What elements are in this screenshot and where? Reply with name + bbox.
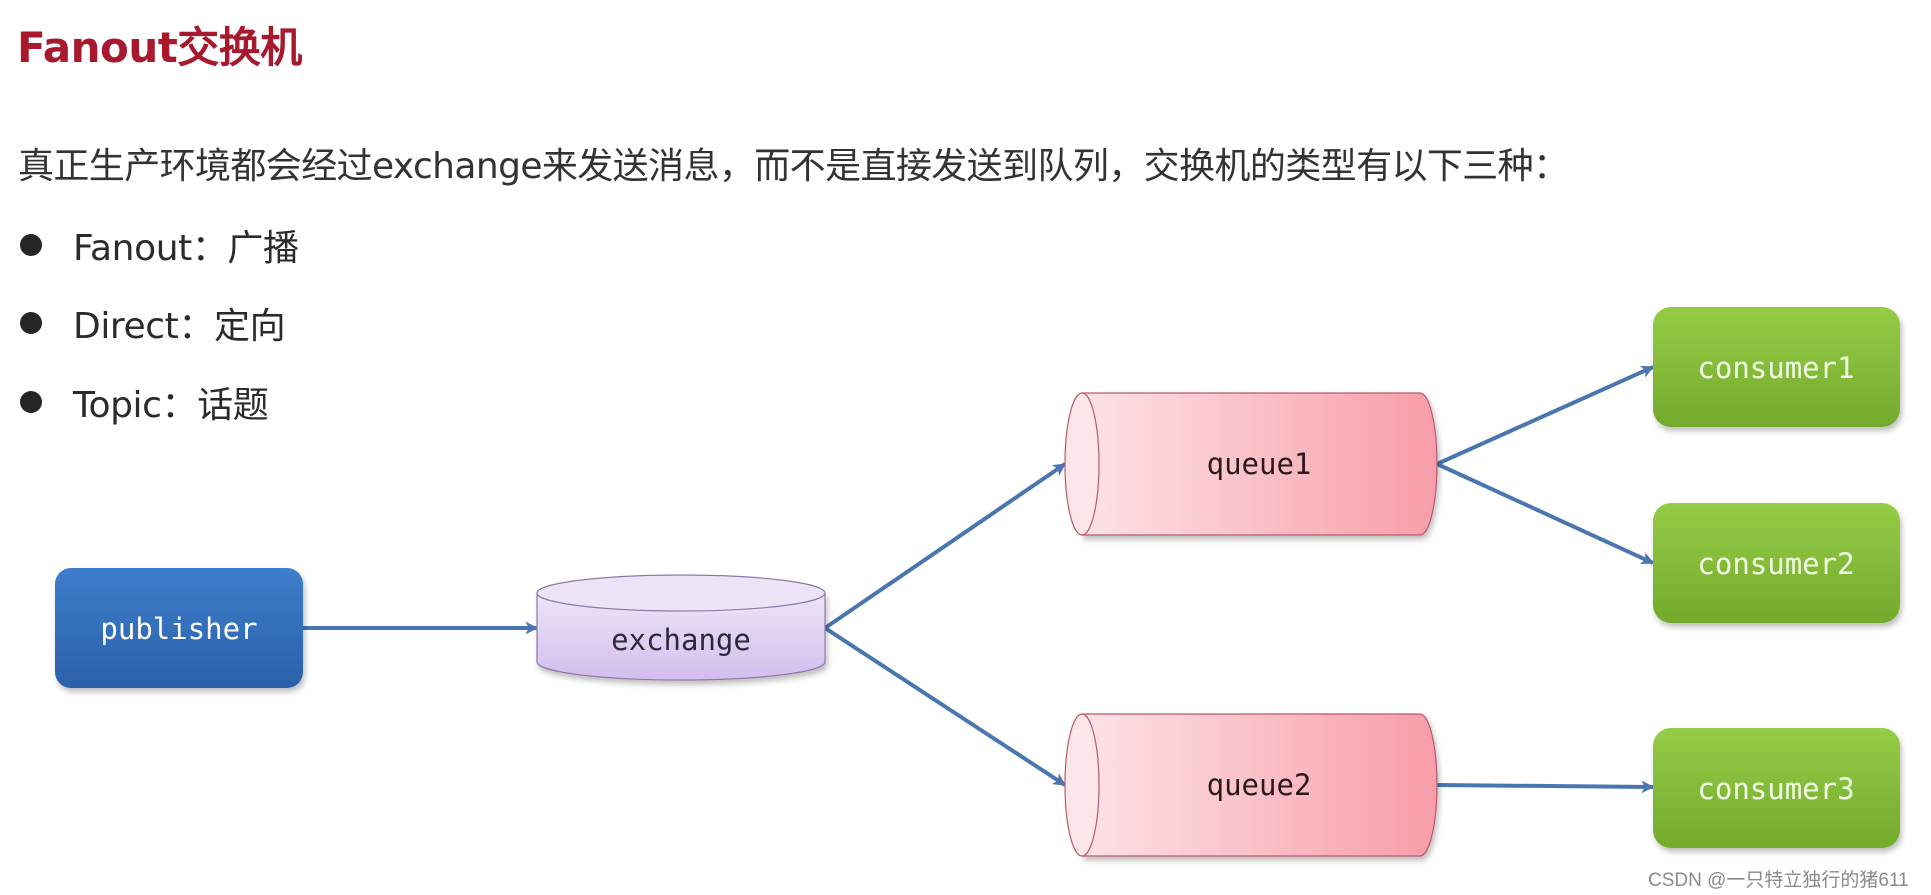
consumer1-node: consumer1	[1653, 307, 1900, 427]
arrow-exchange-to-queue2	[823, 626, 1067, 787]
queue1-node: queue1	[1064, 392, 1438, 536]
exchange-node: exchange	[536, 574, 826, 681]
queue2-node: queue2	[1064, 713, 1438, 857]
consumer2-label: consumer2	[1697, 547, 1854, 581]
arrow-exchange-to-queue1	[823, 462, 1067, 630]
consumer1-label: consumer1	[1697, 351, 1854, 385]
arrow-queue1-to-consumer2	[1436, 462, 1655, 565]
fanout-diagram: publisher exchange queue1 queue2 consume…	[55, 307, 1900, 857]
arrow-queue1-to-consumer1	[1436, 365, 1655, 466]
arrow-queue2-to-consumer3	[1436, 780, 1655, 794]
publisher-label: publisher	[100, 612, 257, 646]
queue2-end	[1064, 713, 1100, 857]
queue2-label: queue2	[1207, 768, 1312, 802]
queue1-end	[1064, 392, 1100, 536]
watermark: CSDN @一只特立独行的猪611	[1648, 870, 1909, 891]
consumer3-node: consumer3	[1653, 728, 1900, 848]
edges-layer	[303, 365, 1655, 794]
exchange-top	[536, 574, 826, 612]
publisher-node: publisher	[55, 568, 303, 688]
consumer2-node: consumer2	[1653, 503, 1900, 623]
queue1-label: queue1	[1207, 447, 1312, 481]
exchange-label: exchange	[611, 623, 751, 657]
consumer3-label: consumer3	[1697, 772, 1854, 806]
